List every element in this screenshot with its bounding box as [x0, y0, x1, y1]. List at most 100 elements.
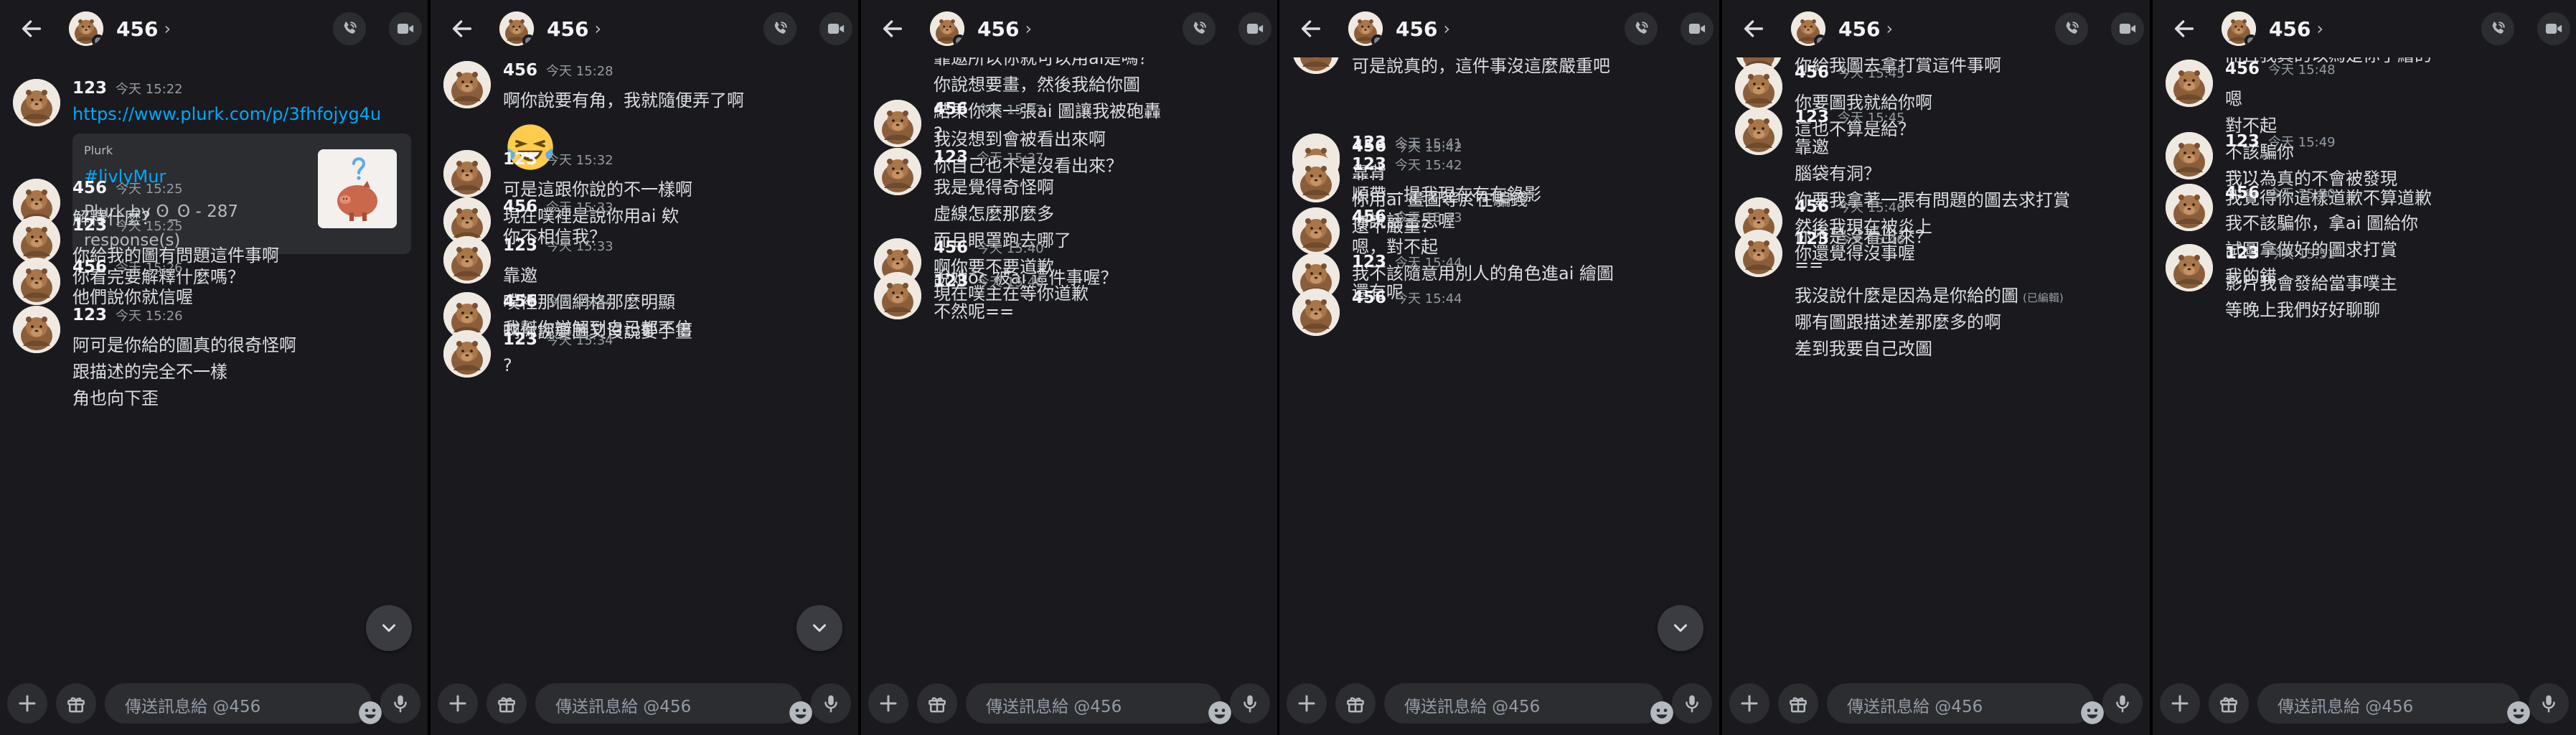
back-button[interactable]: [1739, 14, 1768, 43]
author-avatar[interactable]: [874, 148, 921, 195]
message-input[interactable]: 傳送訊息給 @456: [1827, 683, 2104, 724]
author-name[interactable]: 123: [503, 330, 537, 349]
author-name[interactable]: 123: [72, 79, 107, 98]
author-name[interactable]: 456: [1352, 137, 1386, 156]
back-button[interactable]: [2170, 14, 2199, 43]
add-attachment-button[interactable]: [2160, 683, 2200, 724]
author-avatar[interactable]: [2166, 184, 2213, 231]
header-username[interactable]: 456: [116, 17, 158, 41]
emoji-picker-button[interactable]: [2058, 689, 2104, 724]
video-call-button[interactable]: [819, 12, 852, 45]
embed-thumbnail[interactable]: [318, 149, 397, 228]
author-avatar[interactable]: [2166, 244, 2213, 291]
jump-to-latest-button[interactable]: [796, 605, 842, 651]
emoji-picker-button[interactable]: [766, 689, 812, 724]
gift-button[interactable]: [486, 683, 527, 724]
back-button[interactable]: [878, 14, 907, 43]
author-avatar[interactable]: [874, 100, 921, 147]
author-name[interactable]: 123: [503, 150, 537, 169]
message-list[interactable]: 456 今天 15:28 啊你說要有角，我就隨便弄了啊 123 今天 15:32 可是這跟…: [431, 57, 858, 675]
author-name[interactable]: 123: [2225, 132, 2260, 151]
emoji-picker-button[interactable]: [1185, 689, 1231, 724]
message-input[interactable]: 傳送訊息給 @456: [105, 683, 382, 724]
author-name[interactable]: 456: [72, 179, 107, 197]
voice-call-button[interactable]: [2481, 12, 2514, 45]
message-list[interactable]: 123 今天 15:22 https://www.plurk.com/p/3fhfo…: [0, 57, 428, 675]
author-name[interactable]: 456: [934, 100, 968, 118]
author-avatar[interactable]: [13, 216, 60, 263]
author-name[interactable]: 456: [1352, 289, 1386, 307]
jump-to-latest-button[interactable]: [1658, 605, 1703, 651]
author-name[interactable]: 123: [503, 236, 537, 255]
author-name[interactable]: 456: [2225, 184, 2260, 202]
message-list[interactable]: ?靠邀所以你就可以用ai是嗎？你說想要畫，然後我給你圖結果你來一張ai 圖讓我被…: [861, 57, 1277, 675]
add-attachment-button[interactable]: [438, 683, 478, 724]
header-avatar[interactable]: [499, 11, 534, 46]
emoji-picker-button[interactable]: [2484, 689, 2530, 724]
author-avatar[interactable]: [1292, 289, 1340, 336]
gift-button[interactable]: [1778, 683, 1818, 724]
voice-call-button[interactable]: [1183, 12, 1216, 45]
add-attachment-button[interactable]: [1729, 683, 1769, 724]
video-call-button[interactable]: [2111, 12, 2144, 45]
voice-message-button[interactable]: [2529, 683, 2569, 724]
video-call-button[interactable]: [389, 12, 422, 45]
author-avatar[interactable]: [443, 150, 491, 197]
header-avatar[interactable]: [1791, 11, 1825, 46]
author-avatar[interactable]: [443, 330, 491, 378]
author-name[interactable]: 123: [1352, 155, 1386, 174]
author-avatar[interactable]: [13, 79, 60, 126]
voice-call-button[interactable]: [333, 12, 366, 45]
header-username[interactable]: 456: [1838, 17, 1880, 41]
author-avatar[interactable]: [1735, 108, 1782, 155]
author-name[interactable]: 456: [2225, 60, 2260, 78]
author-avatar[interactable]: [13, 258, 60, 305]
back-button[interactable]: [1297, 14, 1325, 43]
voice-message-button[interactable]: [811, 683, 851, 724]
voice-call-button[interactable]: [2055, 12, 2088, 45]
message-list[interactable]: 123今天 15:44你給我圖去拿打賞這件事啊456今天 15:45你要圖我就給…: [1722, 57, 2150, 675]
author-avatar[interactable]: [2166, 60, 2213, 107]
author-avatar[interactable]: [2166, 132, 2213, 179]
author-name[interactable]: 456: [503, 61, 537, 80]
author-avatar[interactable]: [443, 61, 491, 108]
author-name[interactable]: 123: [934, 272, 968, 291]
message-link[interactable]: https://www.plurk.com/p/3fhfojyg4u: [72, 104, 381, 124]
voice-message-button[interactable]: [380, 683, 420, 724]
gift-button[interactable]: [2209, 683, 2249, 724]
emoji-picker-button[interactable]: [336, 689, 382, 724]
author-name[interactable]: 456: [1352, 207, 1386, 226]
voice-call-button[interactable]: [763, 12, 796, 45]
author-avatar[interactable]: [1292, 207, 1340, 255]
gift-button[interactable]: [1335, 683, 1376, 724]
author-avatar[interactable]: [874, 272, 921, 319]
header-avatar[interactable]: [1348, 11, 1383, 46]
gift-button[interactable]: [56, 683, 96, 724]
voice-message-button[interactable]: [1672, 683, 1712, 724]
author-avatar[interactable]: [1735, 230, 1782, 277]
video-call-button[interactable]: [2537, 12, 2570, 45]
voice-call-button[interactable]: [1625, 12, 1658, 45]
message-input[interactable]: 傳送訊息給 @456: [2257, 683, 2530, 724]
header-avatar[interactable]: [930, 11, 964, 46]
author-name[interactable]: 456: [503, 197, 537, 216]
author-avatar[interactable]: [1292, 155, 1340, 202]
back-button[interactable]: [448, 14, 476, 43]
add-attachment-button[interactable]: [7, 683, 47, 724]
voice-message-button[interactable]: [2102, 683, 2143, 724]
gift-button[interactable]: [917, 683, 957, 724]
emoji-picker-button[interactable]: [1627, 689, 1673, 724]
author-name[interactable]: 456: [1795, 63, 1829, 82]
author-name[interactable]: 123: [1352, 253, 1386, 271]
video-call-button[interactable]: [1238, 12, 1271, 45]
author-avatar[interactable]: [1735, 63, 1782, 111]
author-name[interactable]: 456: [1795, 197, 1829, 216]
message-list[interactable]: 456今天 15:40可是說真的，這件事沒這麼嚴重吧123今天 15:41靠背你…: [1279, 57, 1719, 675]
message-input[interactable]: 傳送訊息給 @456: [966, 683, 1231, 724]
message-input[interactable]: 傳送訊息給 @456: [1384, 683, 1673, 724]
video-call-button[interactable]: [1680, 12, 1714, 45]
header-avatar[interactable]: [69, 11, 103, 46]
author-name[interactable]: 123: [1795, 230, 1829, 248]
author-avatar[interactable]: [13, 306, 60, 353]
message-list[interactable]: 差到我要自己改圖而且我真的以為是你手繪的456今天 15:48嗯對不起不該騙你我…: [2153, 57, 2576, 675]
